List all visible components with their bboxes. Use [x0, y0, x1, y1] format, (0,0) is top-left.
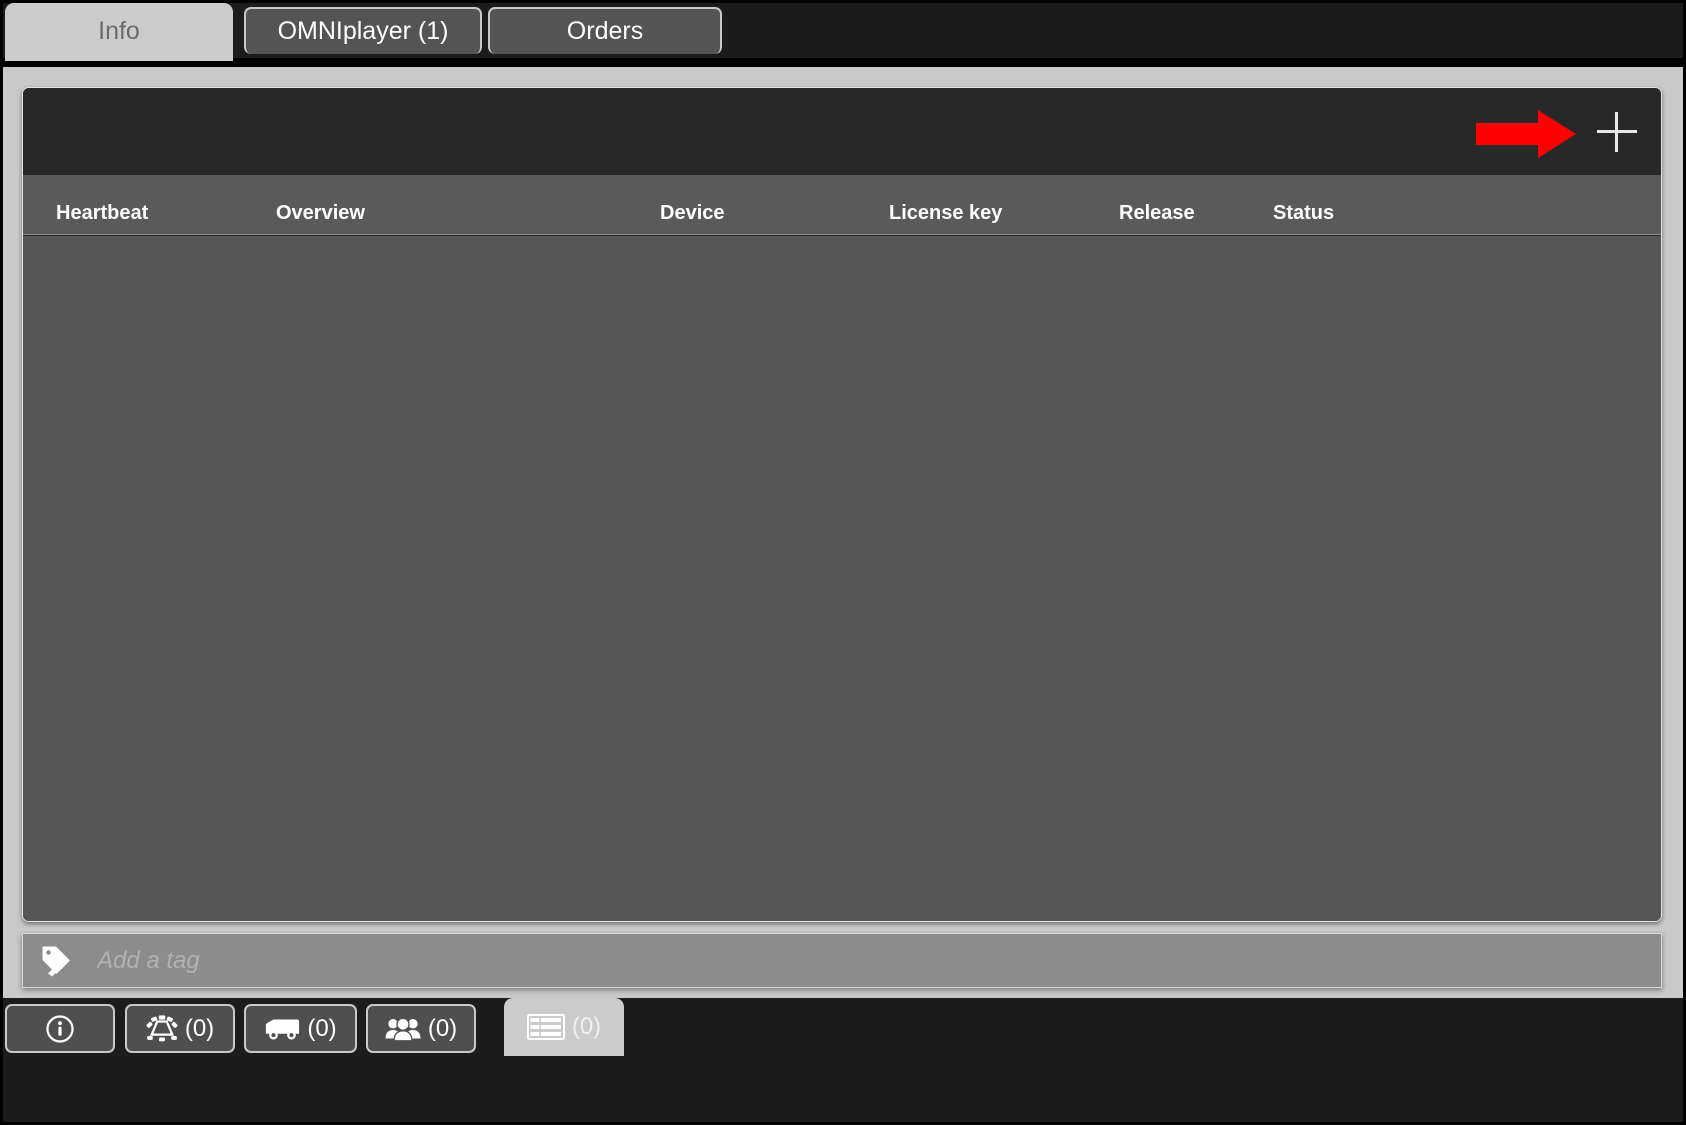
tab-strip-divider	[3, 58, 1683, 67]
tab-info-label: Info	[98, 16, 140, 45]
bottom-tab-meetings-count: (0)	[184, 1014, 215, 1042]
tab-omniplayer[interactable]: OMNIplayer (1)	[244, 7, 482, 54]
add-icon-vertical-bar	[1615, 112, 1618, 152]
tag-bar[interactable]	[22, 933, 1662, 988]
top-tab-bar: Info OMNIplayer (1) Orders	[3, 3, 1683, 59]
bottom-tab-deliveries-count: (0)	[307, 1014, 337, 1042]
table-body-empty[interactable]	[23, 236, 1661, 921]
column-header-heartbeat[interactable]: Heartbeat	[56, 202, 148, 225]
device-list-panel: Heartbeat Overview Device License key Re…	[22, 87, 1662, 922]
content-area: Heartbeat Overview Device License key Re…	[3, 67, 1683, 998]
annotation-arrow-icon	[1476, 110, 1576, 158]
bottom-tab-list[interactable]: (0)	[504, 998, 624, 1056]
tab-orders-label: Orders	[566, 17, 644, 45]
tag-icon	[42, 946, 70, 976]
bottom-tab-info[interactable]	[5, 1004, 115, 1053]
active-tab-bridge	[5, 55, 233, 61]
panel-toolbar	[23, 88, 1661, 175]
column-header-status[interactable]: Status	[1273, 202, 1334, 225]
tab-orders[interactable]: Orders	[488, 7, 722, 54]
column-header-overview[interactable]: Overview	[276, 202, 365, 225]
bottom-tab-list-count: (0)	[571, 1013, 602, 1040]
column-header-release[interactable]: Release	[1119, 202, 1195, 225]
tab-omniplayer-label: OMNIplayer (1)	[277, 17, 449, 45]
meeting-table-icon	[146, 1014, 178, 1041]
info-circle-icon	[46, 1014, 74, 1043]
bottom-tab-contacts-count: (0)	[427, 1014, 458, 1042]
bottom-tab-deliveries[interactable]: (0)	[244, 1004, 357, 1053]
tag-input[interactable]	[95, 945, 1661, 976]
bottom-tab-bar: (0) (0) (0) (0)	[3, 998, 1683, 1122]
tab-info[interactable]: Info	[5, 3, 233, 59]
column-header-license-key[interactable]: License key	[889, 202, 1002, 225]
table-header-row: Heartbeat Overview Device License key Re…	[23, 175, 1661, 235]
users-group-icon	[385, 1017, 421, 1042]
list-view-icon	[526, 1014, 565, 1040]
column-header-device[interactable]: Device	[660, 202, 725, 225]
add-icon[interactable]	[1595, 110, 1639, 154]
application-window: Info OMNIplayer (1) Orders Heartbeat Ove…	[0, 0, 1686, 1125]
bottom-tab-meetings[interactable]: (0)	[125, 1004, 235, 1053]
bottom-tab-contacts[interactable]: (0)	[366, 1004, 476, 1053]
delivery-van-icon	[266, 1019, 300, 1040]
